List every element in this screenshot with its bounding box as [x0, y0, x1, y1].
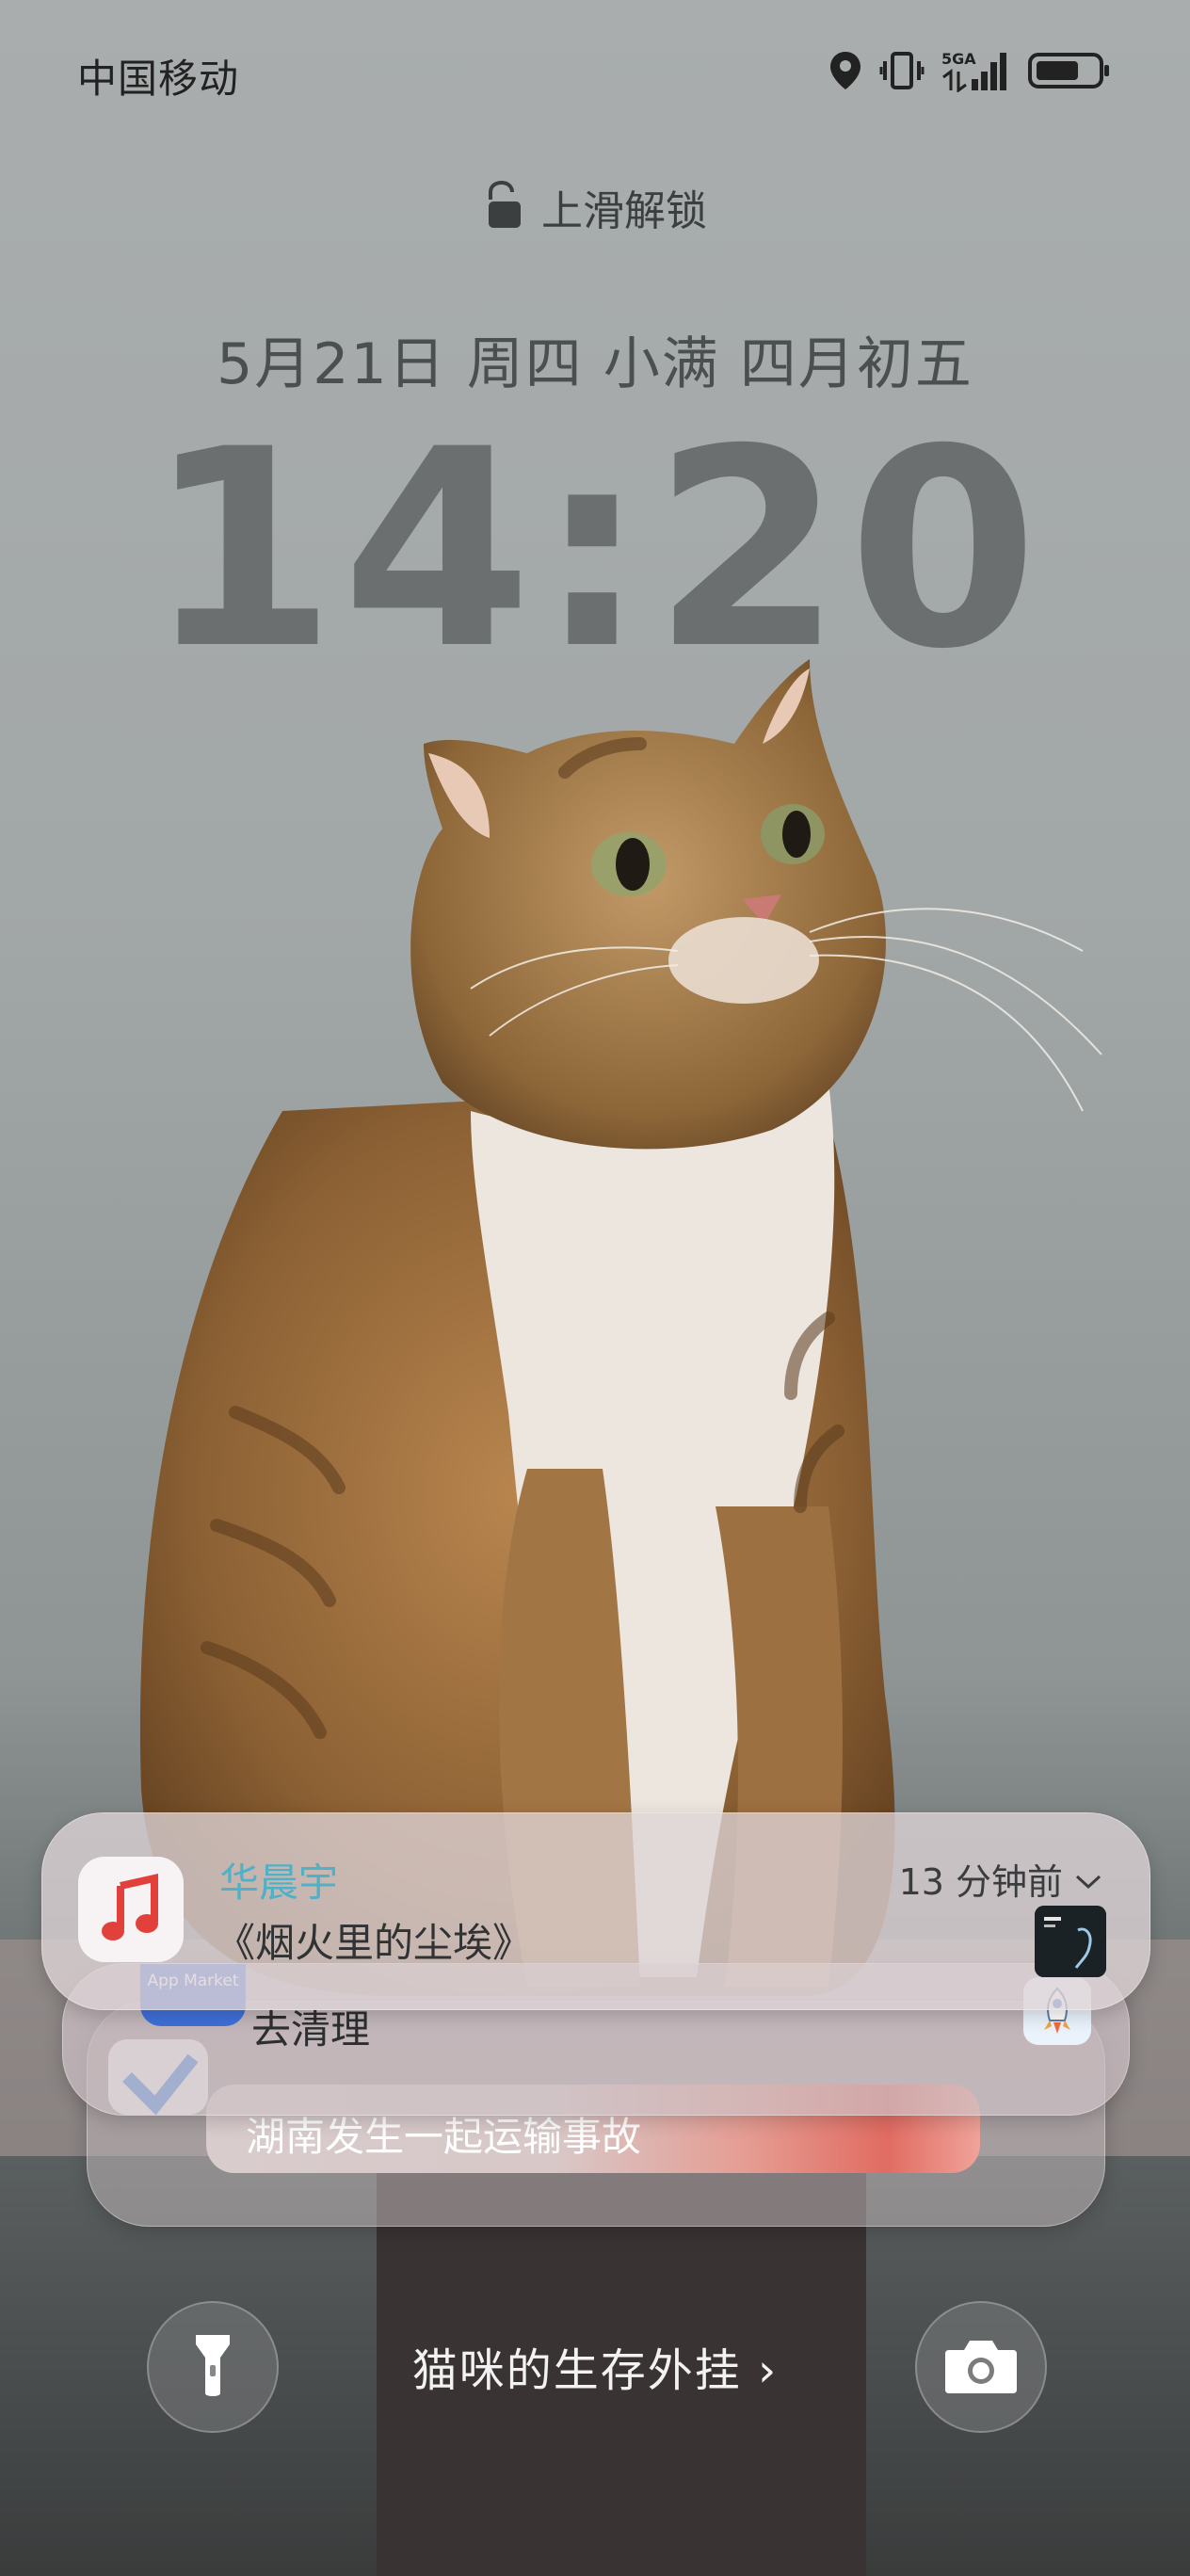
camera-button[interactable] — [915, 2301, 1047, 2433]
album-art-thumbnail — [1035, 1906, 1106, 1977]
unlock-hint-label: 上滑解锁 — [541, 187, 707, 235]
notification-stack[interactable]: 湖南发生一起运输事故 App Market 去清理 华晨宇 《烟火里的尘埃》 1… — [41, 1812, 1150, 2227]
notification-body: 《烟火里的尘埃》 — [216, 1920, 533, 1966]
carrier-label: 中国移动 — [77, 56, 240, 102]
lock-clock: 14:20 — [146, 392, 1044, 709]
svg-text:5GA: 5GA — [941, 50, 976, 68]
chevron-down-icon[interactable] — [1074, 1859, 1102, 1900]
notification-time-label: 13 分钟前 — [898, 1861, 1063, 1903]
status-bar: 中国移动 5GA — [0, 0, 1190, 151]
music-icon — [78, 1857, 184, 1962]
signal-5ga-icon: 5GA — [941, 49, 1011, 92]
location-icon — [828, 50, 862, 91]
unlock-icon — [483, 180, 526, 233]
notification-title: 华晨宇 — [219, 1860, 339, 1906]
notification-music[interactable]: 华晨宇 《烟火里的尘埃》 13 分钟前 — [41, 1812, 1150, 2010]
status-icons: 5GA — [828, 49, 1111, 92]
battery-icon — [1028, 52, 1111, 89]
lock-date: 5月21日 周四 小满 四月初五 — [217, 331, 973, 397]
unlock-hint[interactable]: 上滑解锁 — [0, 177, 1190, 237]
vibrate-icon — [879, 50, 925, 91]
camera-icon — [943, 2335, 1019, 2399]
notification-time: 13 分钟前 — [899, 1853, 1102, 1905]
